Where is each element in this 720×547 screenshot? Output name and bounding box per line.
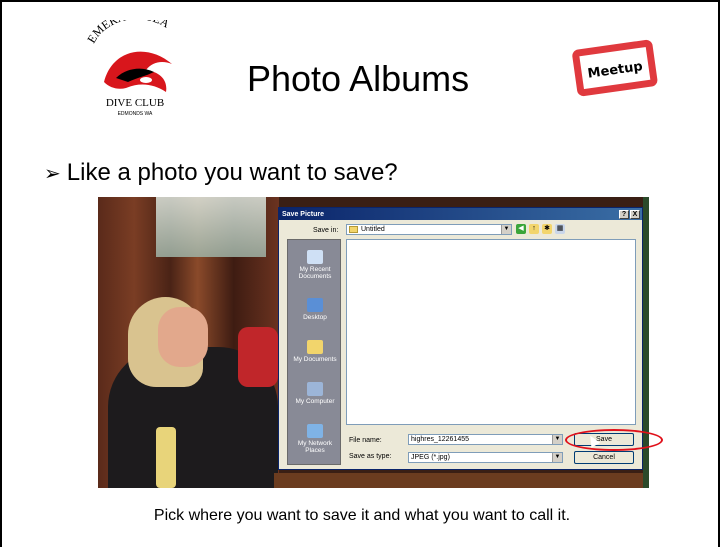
up-folder-icon[interactable]: ↑ <box>529 224 539 234</box>
save-as-type-label: Save as type: <box>349 453 392 460</box>
file-name-value: highres_12261455 <box>411 436 469 443</box>
dialog-titlebar[interactable]: Save Picture ? X <box>279 208 642 220</box>
place-my-computer[interactable]: My Computer <box>288 382 342 405</box>
save-in-value: Untitled <box>361 226 385 233</box>
logo-arc-text: EMERALD SEA <box>84 20 172 46</box>
help-button[interactable]: ? <box>619 209 629 219</box>
place-label: My Recent Documents <box>298 266 332 280</box>
place-label: My Computer <box>295 398 335 405</box>
my-computer-icon <box>307 382 323 396</box>
svg-text:EMERALD SEA: EMERALD SEA <box>84 20 172 46</box>
view-menu-icon[interactable]: ▦ <box>555 224 565 234</box>
places-bar: My Recent Documents Desktop My Documents… <box>287 239 341 465</box>
save-as-type-value: JPEG (*.jpg) <box>411 454 450 461</box>
file-name-input[interactable]: highres_12261455 ▼ <box>408 434 563 445</box>
place-label: Desktop <box>303 314 327 321</box>
save-as-type-select[interactable]: JPEG (*.jpg) ▼ <box>408 452 563 463</box>
place-desktop[interactable]: Desktop <box>288 298 342 321</box>
slide-title: Photo Albums <box>247 58 470 99</box>
my-documents-icon <box>307 340 323 354</box>
recent-documents-icon <box>307 250 323 264</box>
dive-club-logo: EMERALD SEA DIVE CLUB EDMONDS WA <box>84 20 172 117</box>
arrow-bullet-icon: ➢ <box>44 162 61 185</box>
new-folder-icon[interactable]: ✱ <box>542 224 552 234</box>
place-label: My Network Places <box>297 440 333 454</box>
back-icon[interactable]: ◀ <box>516 224 526 234</box>
bullet-item: ➢ Like a photo you want to save? <box>44 159 398 187</box>
place-network[interactable]: My Network Places <box>288 424 342 454</box>
save-in-label: Save in: <box>313 227 339 234</box>
cancel-button[interactable]: Cancel <box>574 451 634 464</box>
place-my-documents[interactable]: My Documents <box>288 340 342 363</box>
save-in-dropdown[interactable]: Untitled ▼ <box>346 224 512 235</box>
place-label: My Documents <box>293 356 337 363</box>
chevron-down-icon[interactable]: ▼ <box>552 453 562 462</box>
dialog-title: Save Picture <box>282 210 325 218</box>
network-places-icon <box>307 424 323 438</box>
slide-caption: Pick where you want to save it and what … <box>153 507 571 524</box>
close-button[interactable]: X <box>630 209 640 219</box>
logo-club-name: DIVE CLUB <box>106 97 164 109</box>
place-recent-documents[interactable]: My Recent Documents <box>288 250 342 280</box>
logo-club-city: EDMONDS WA <box>118 111 153 117</box>
chevron-down-icon[interactable]: ▼ <box>552 435 562 444</box>
desktop-icon <box>307 298 323 312</box>
slide: EMERALD SEA DIVE CLUB EDMONDS WA Photo A… <box>0 0 720 547</box>
file-name-label: File name: <box>349 437 382 444</box>
chevron-down-icon[interactable]: ▼ <box>501 225 511 234</box>
file-list[interactable] <box>346 239 636 425</box>
save-highlight-circle <box>565 429 663 451</box>
folder-icon <box>349 226 358 233</box>
meetup-logo: Meetup <box>572 39 658 97</box>
bullet-text: Like a photo you want to save? <box>66 159 398 186</box>
